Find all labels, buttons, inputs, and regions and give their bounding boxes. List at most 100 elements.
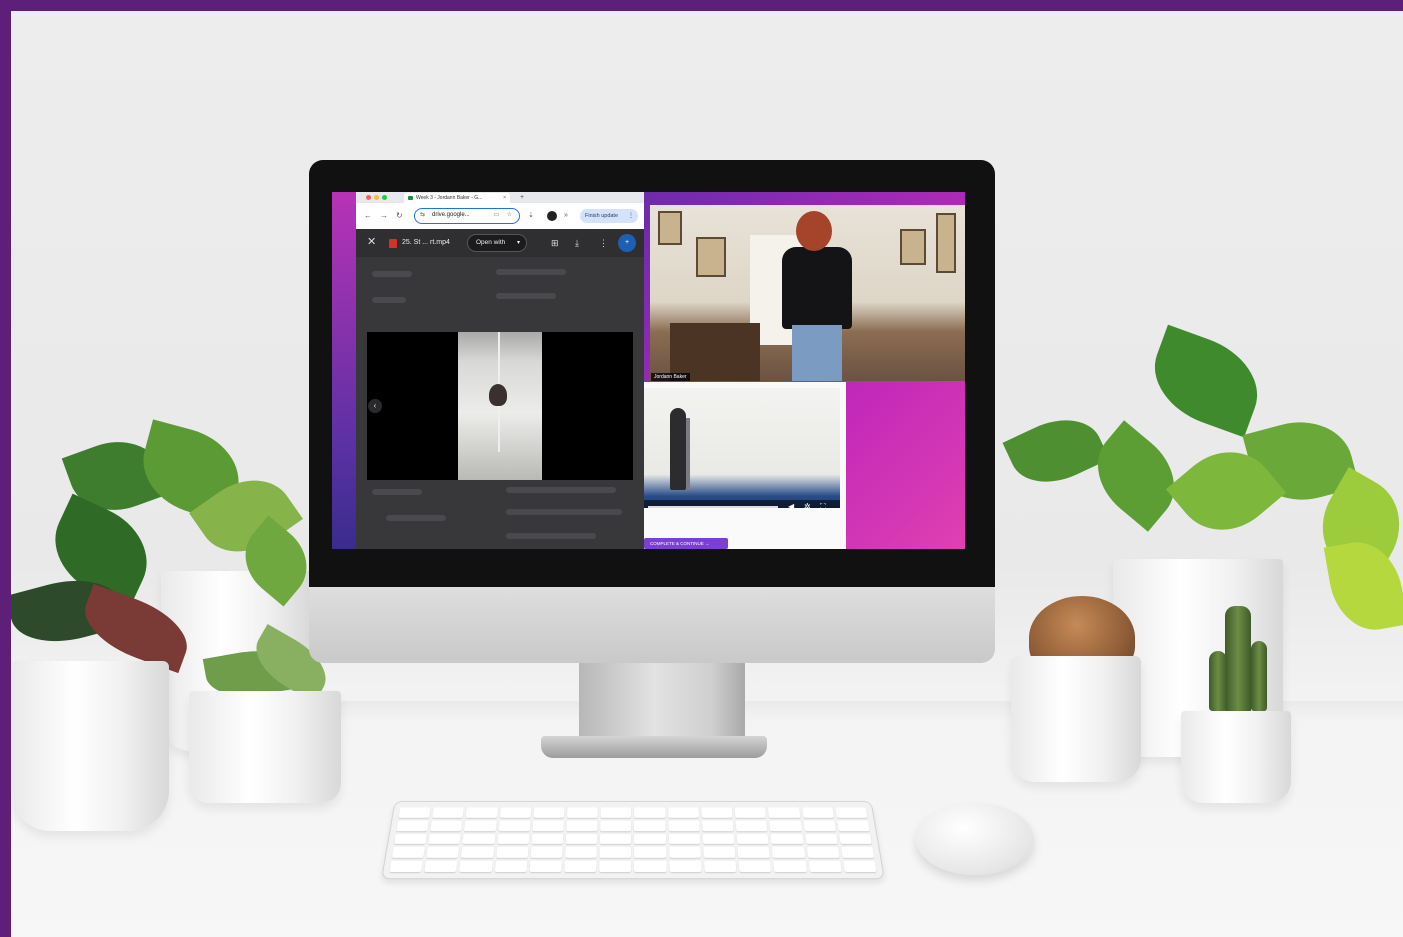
keyboard-key xyxy=(461,847,494,859)
download-icon[interactable]: ⤓ xyxy=(575,237,579,249)
extensions-overflow-icon[interactable]: » xyxy=(564,211,568,221)
address-bar[interactable]: ⇆ drive.google... ▭ ☆ xyxy=(414,208,520,224)
file-name: 25. St ... rt.mp4 xyxy=(402,239,450,246)
keyboard-key xyxy=(803,820,836,831)
keyboard-key xyxy=(667,807,699,818)
share-icon[interactable]: + xyxy=(618,234,636,252)
keyboard-key xyxy=(806,847,840,859)
keyboard-key xyxy=(391,847,425,859)
minimize-window-dot[interactable] xyxy=(374,195,379,200)
close-viewer-icon[interactable]: ✕ xyxy=(367,235,376,249)
keyboard-key xyxy=(702,833,735,845)
student-figure xyxy=(670,408,686,490)
keyboard-key xyxy=(599,861,632,873)
browser-window: Week 3 - Jordann Baker - G... × + ← → ↻ … xyxy=(356,192,644,549)
keyboard-key xyxy=(497,833,530,845)
keyboard-key xyxy=(494,861,528,873)
faded-folder-item xyxy=(506,509,622,515)
course-lesson-panel: ◀ ✲ ⛶ COMPLETE & CONTINUE → xyxy=(644,382,846,549)
keyboard-key xyxy=(464,820,497,831)
keyboard-key xyxy=(533,807,565,818)
tall-cactus-arm xyxy=(1251,641,1267,711)
keyboard-key xyxy=(459,861,493,873)
tall-cactus xyxy=(1225,606,1251,716)
drive-favicon-icon xyxy=(408,196,413,200)
finish-update-button[interactable]: Finish update ⋮ xyxy=(580,209,638,223)
keyboard-key xyxy=(465,807,498,818)
open-with-button[interactable]: Open with ▾ xyxy=(467,234,527,252)
keyboard-key xyxy=(669,861,702,873)
keyboard-key xyxy=(801,807,834,818)
keyboard-key xyxy=(808,861,842,873)
keyboard-key xyxy=(668,847,701,859)
profile-avatar[interactable] xyxy=(547,211,557,221)
drive-viewer-header: ✕ 25. St ... rt.mp4 Open with ▾ ⊞ ⤓ ⋮ + xyxy=(356,229,644,257)
lesson-video[interactable]: ◀ ✲ ⛶ xyxy=(644,388,840,508)
keyboard-key xyxy=(532,820,564,831)
fullscreen-icon[interactable]: ⛶ xyxy=(820,501,826,508)
wireless-keyboard xyxy=(381,800,885,880)
forward-icon[interactable]: → xyxy=(380,211,388,221)
keyboard-key xyxy=(565,833,598,845)
back-icon[interactable]: ← xyxy=(364,211,372,221)
keyboard-key xyxy=(835,807,868,818)
keyboard-key xyxy=(428,833,462,845)
video-call-main-feed xyxy=(650,205,965,381)
wall-picture xyxy=(696,237,726,277)
browser-menu-icon[interactable]: ⋮ xyxy=(628,209,634,223)
pothos-leaf xyxy=(1002,404,1110,498)
keyboard-key xyxy=(772,847,805,859)
imac-stand-neck xyxy=(579,663,745,743)
aerialist-figure xyxy=(489,384,507,406)
succulent-pot xyxy=(189,691,341,803)
browser-tab[interactable]: Week 3 - Jordann Baker - G... × xyxy=(404,193,510,203)
tab-close-icon[interactable]: × xyxy=(503,193,506,203)
reload-icon[interactable]: ↻ xyxy=(396,211,403,221)
complete-and-continue-button[interactable]: COMPLETE & CONTINUE → xyxy=(644,538,728,549)
keyboard-key xyxy=(424,861,458,873)
tab-search-icon[interactable]: ⇣ xyxy=(528,211,534,221)
video-file-icon xyxy=(389,239,397,248)
keyboard-key xyxy=(773,861,807,873)
wireless-mouse xyxy=(916,803,1034,875)
bookmark-star-icon[interactable]: ☆ xyxy=(507,209,512,222)
keyboard-key xyxy=(565,847,598,859)
faded-folder-item xyxy=(372,271,412,277)
settings-gear-icon[interactable]: ✲ xyxy=(804,501,811,508)
keyboard-key xyxy=(499,807,532,818)
video-progress-bar[interactable] xyxy=(648,506,778,508)
keyboard-key xyxy=(840,847,875,859)
cactus-pot-round xyxy=(1011,656,1141,782)
keyboard-key xyxy=(634,833,666,845)
keyboard-key xyxy=(839,833,872,845)
keyboard-key xyxy=(768,807,800,818)
keyboard-key xyxy=(394,833,427,845)
new-tab-icon[interactable]: + xyxy=(520,192,524,203)
add-comment-icon[interactable]: ⊞ xyxy=(551,237,559,249)
instructor-head xyxy=(796,211,832,251)
faded-folder-item xyxy=(506,533,596,539)
instructor-body xyxy=(782,247,852,329)
previous-file-icon[interactable]: ‹ xyxy=(368,399,382,413)
mute-icon[interactable]: ◀ xyxy=(788,501,794,508)
keyboard-key xyxy=(634,807,666,818)
close-window-dot[interactable] xyxy=(366,195,371,200)
imac-chin xyxy=(309,587,995,663)
drive-video-player[interactable] xyxy=(367,332,633,480)
cast-icon[interactable]: ▭ xyxy=(493,209,499,222)
wall-picture xyxy=(900,229,926,265)
keyboard-key xyxy=(529,861,562,873)
keyboard-key xyxy=(600,833,632,845)
cactus-pot-tall xyxy=(1181,711,1291,803)
keyboard-key xyxy=(634,820,666,831)
keyboard-key xyxy=(398,807,431,818)
wall-picture xyxy=(658,211,682,245)
more-options-icon[interactable]: ⋮ xyxy=(599,237,608,249)
keyboard-key xyxy=(495,847,529,859)
site-info-icon[interactable]: ⇆ xyxy=(420,209,425,222)
plant-pot-left-front xyxy=(11,661,169,831)
keyboard-key xyxy=(703,847,736,859)
browser-tab-bar: Week 3 - Jordann Baker - G... × + xyxy=(356,192,644,203)
faded-folder-item xyxy=(506,487,616,493)
maximize-window-dot[interactable] xyxy=(382,195,387,200)
